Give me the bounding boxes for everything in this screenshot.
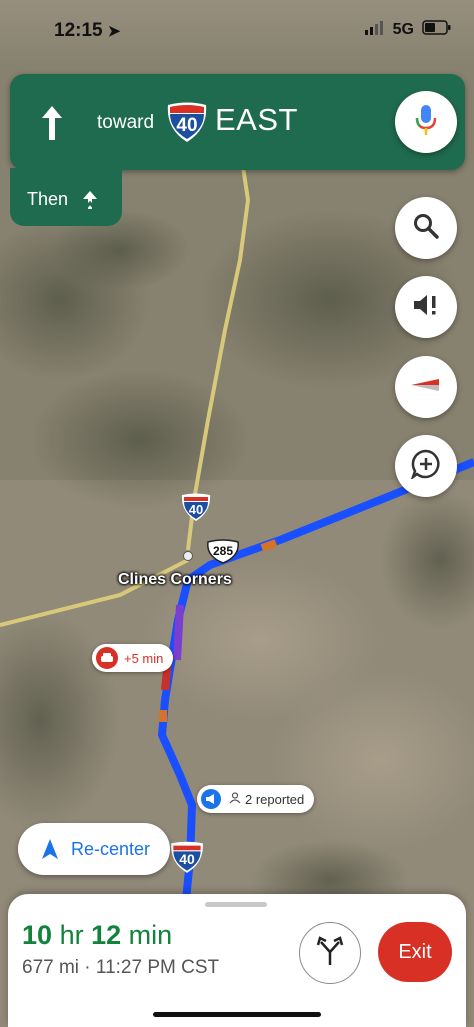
place-label: Clines Corners <box>118 571 232 588</box>
alternate-routes-button[interactable] <box>299 922 361 984</box>
toward-label: toward <box>97 112 155 133</box>
route-fork-icon <box>316 935 344 971</box>
delay-label: +5 min <box>124 650 164 666</box>
exit-button[interactable]: Exit <box>378 922 452 982</box>
report-label: 2 reported <box>245 791 305 807</box>
place-pin-icon <box>183 551 193 561</box>
signal-bars-icon <box>364 20 385 40</box>
nav-shield-number: 40 <box>176 115 198 136</box>
shield-40-number: 40 <box>188 502 204 517</box>
navigation-arrow-icon <box>40 838 60 865</box>
search-button[interactable] <box>395 197 457 259</box>
interstate-40-shield-south: 40 <box>170 840 204 874</box>
traffic-delay-badge[interactable]: +5 min <box>92 644 174 672</box>
direction-label: EAST <box>215 102 298 137</box>
trip-min-unit: min <box>128 920 173 950</box>
police-report-icon <box>201 789 221 809</box>
interstate-shield-icon: 40 <box>166 101 208 143</box>
location-arrow-icon: ➤ <box>107 23 121 40</box>
trip-distance-arrival: 677 mi · 11:27 PM CST <box>22 957 220 978</box>
network-label: 5G <box>392 21 414 38</box>
merge-arrow-icon <box>80 189 100 216</box>
speaker-alert-icon <box>412 292 440 323</box>
person-icon <box>229 791 241 807</box>
trip-hr-unit: hr <box>59 920 84 950</box>
trip-hours: 10 <box>22 920 53 950</box>
recenter-label: Re-center <box>71 839 151 859</box>
status-right: 5G <box>364 20 452 40</box>
status-time: 12:15 ➤ <box>54 20 121 41</box>
straight-arrow-icon <box>38 104 66 147</box>
trip-minutes: 12 <box>91 920 122 950</box>
home-indicator[interactable] <box>153 1012 321 1017</box>
trip-duration: 10 hr 12 min <box>22 920 172 951</box>
search-icon <box>413 213 439 244</box>
voice-search-button[interactable] <box>395 91 457 153</box>
interstate-40-shield-north: 40 <box>181 492 211 522</box>
compass-button[interactable] <box>395 356 457 418</box>
compass-icon <box>409 373 443 402</box>
add-report-icon <box>410 449 441 484</box>
microphone-icon <box>415 103 437 142</box>
report-badge[interactable]: 2 reported <box>197 785 315 813</box>
shield-40-south-number: 40 <box>179 851 195 867</box>
add-report-button[interactable] <box>395 435 457 497</box>
then-label: Then <box>27 189 69 209</box>
sheet-drag-handle[interactable] <box>205 902 267 907</box>
us-285-shield: 285 <box>206 538 240 564</box>
recenter-button[interactable]: Re-center <box>18 823 170 875</box>
shield-285-number: 285 <box>212 544 234 558</box>
sound-alerts-button[interactable] <box>395 276 457 338</box>
car-crash-icon <box>96 647 118 669</box>
battery-icon <box>422 20 452 40</box>
